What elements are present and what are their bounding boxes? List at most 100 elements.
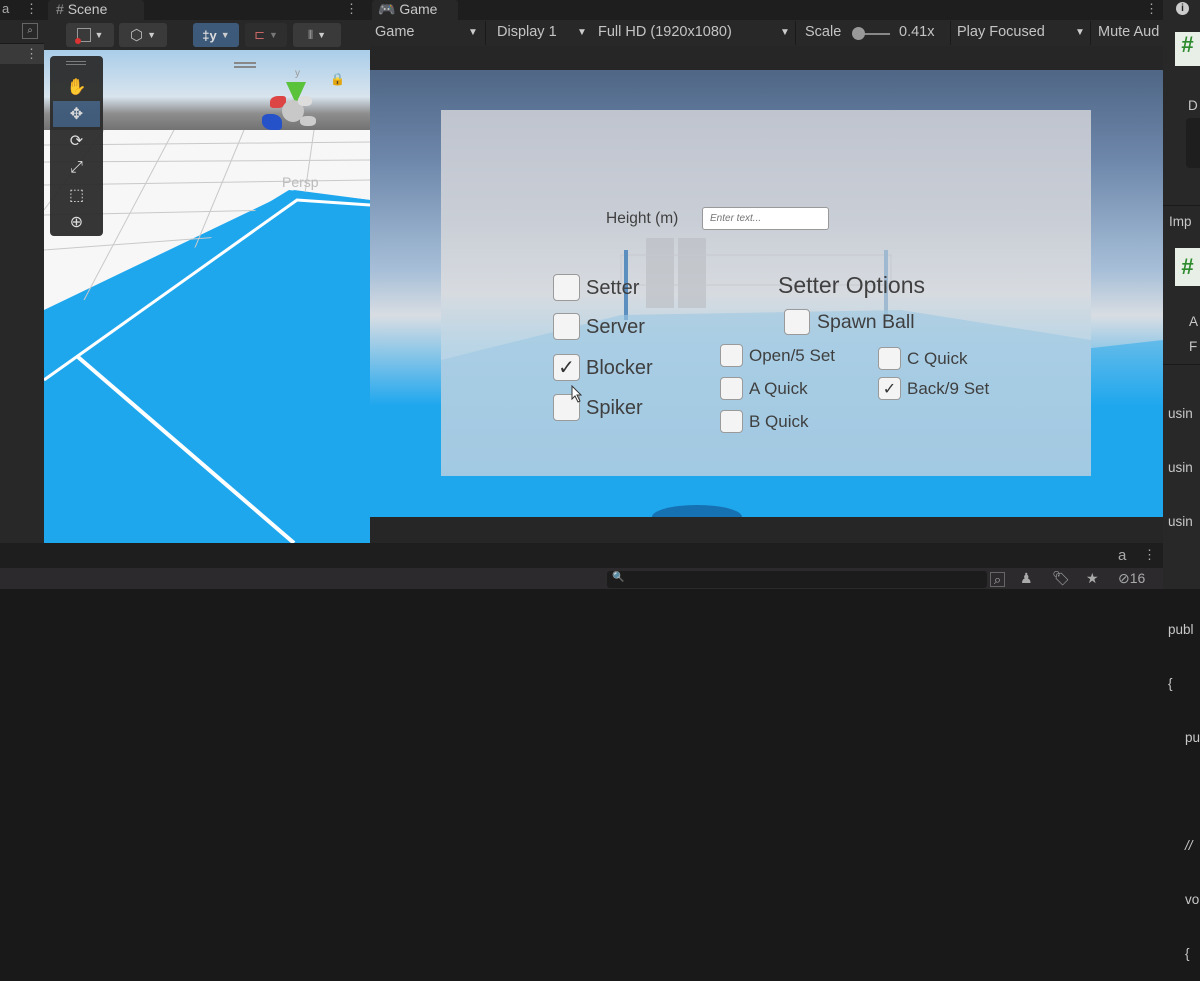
spawn-ball-checkbox[interactable] xyxy=(784,309,810,335)
inspector-text: D xyxy=(1188,98,1198,113)
search-icon: 🔍 xyxy=(612,572,625,583)
view-mode-dropdown[interactable]: Game xyxy=(375,24,415,40)
open-5-set-label: Open/5 Set xyxy=(749,346,836,365)
code-preview: usin usin usin publ { pu // vo { xyxy=(1168,369,1200,981)
snap-magnet-icon: ⊏ xyxy=(254,27,265,42)
pivot-toggle-button[interactable]: ‡y ▼ xyxy=(193,23,239,47)
divider xyxy=(485,21,486,45)
divider xyxy=(950,21,951,45)
tab-game[interactable]: 🎮 Game xyxy=(372,0,458,20)
code-line: pu xyxy=(1185,730,1200,745)
a-quick-checkbox[interactable] xyxy=(720,377,743,400)
scale-tool-button[interactable]: ⤢ xyxy=(53,155,100,181)
code-line: publ xyxy=(1168,622,1194,637)
search-by-type-icon[interactable]: ⌕ xyxy=(990,572,1005,587)
gizmo-neg-z-cone[interactable] xyxy=(300,116,316,126)
search-filter-icon[interactable]: ⌕ xyxy=(22,23,38,39)
hidden-packages-toggle[interactable]: ⊘16 xyxy=(1118,570,1145,587)
chevron-down-icon: ▼ xyxy=(268,30,278,40)
code-line: vo xyxy=(1185,892,1200,907)
inspector-text: Imp xyxy=(1169,214,1192,229)
display-dropdown[interactable]: Display 1 xyxy=(497,24,557,40)
code-line: // xyxy=(1185,838,1193,853)
game-view-letterbox-bottom xyxy=(370,517,1163,543)
spawn-ball-label: Spawn Ball xyxy=(817,311,915,333)
setter-label: Setter xyxy=(586,277,640,299)
height-input[interactable] xyxy=(702,207,829,230)
move-arrows-icon: ✥ xyxy=(69,106,84,123)
project-search-input[interactable]: 🔍 xyxy=(607,571,987,588)
gamepad-icon: 🎮 xyxy=(378,1,396,17)
game-tab-label: Game xyxy=(399,1,438,17)
lock-icon[interactable]: 🔒 xyxy=(330,72,345,86)
move-tool-button[interactable]: ✥ xyxy=(53,101,100,127)
more-menu-icon[interactable]: ⋮ xyxy=(25,2,38,15)
open-5-set-checkbox[interactable] xyxy=(720,344,743,367)
checkmark-icon: ✓ xyxy=(558,357,575,379)
tab-scene[interactable]: # Scene xyxy=(48,0,144,20)
game-tab-bar xyxy=(370,0,1163,20)
hierarchy-search-row: ⌕ xyxy=(0,20,44,44)
spiker-label: Spiker xyxy=(586,397,643,419)
overlay-menu-icon[interactable] xyxy=(234,62,256,68)
gizmo-y-label: y xyxy=(295,68,300,79)
grid-hash-icon: # xyxy=(56,1,64,17)
more-menu-icon[interactable]: ⋮ xyxy=(1143,548,1156,561)
rotate-tool-button[interactable]: ⟳ xyxy=(53,128,100,154)
favorite-star-icon[interactable]: ★ xyxy=(1086,570,1099,587)
inspector-text: F xyxy=(1189,339,1198,354)
info-icon[interactable]: i xyxy=(1176,2,1189,15)
grid-snap-button[interactable]: ⫴ ▼ xyxy=(293,23,341,47)
projection-label[interactable]: Persp xyxy=(282,174,319,190)
more-menu-icon[interactable]: ⋮ xyxy=(1145,2,1158,15)
hierarchy-header: a ⋮ xyxy=(0,0,44,20)
code-line: usin xyxy=(1168,460,1193,475)
shading-mode-icon xyxy=(74,28,91,44)
c-quick-checkbox[interactable] xyxy=(878,347,901,370)
chevron-down-icon: ▼ xyxy=(317,30,326,40)
more-menu-icon[interactable]: ⋮ xyxy=(345,2,358,15)
snap-button[interactable]: ⊏ ▼ xyxy=(245,23,287,47)
play-mode-dropdown[interactable]: Play Focused xyxy=(957,24,1045,40)
chevron-down-icon: ▼ xyxy=(1075,27,1085,38)
transform-tool-button[interactable]: ⊕ xyxy=(53,209,100,235)
lock-icon[interactable]: a xyxy=(1118,548,1126,563)
rect-tool-button[interactable]: ⬚ xyxy=(53,182,100,208)
transform-icon: ⊕ xyxy=(69,214,84,231)
checkmark-icon: ✓ xyxy=(882,380,897,398)
drag-handle[interactable] xyxy=(66,61,86,65)
scale-icon: ⤢ xyxy=(70,159,83,176)
gizmo-neg-x-cone[interactable] xyxy=(298,96,312,106)
hand-tool-button[interactable]: ✋ xyxy=(53,74,100,100)
draw-mode-button[interactable]: ▼ xyxy=(66,23,114,47)
server-checkbox[interactable] xyxy=(553,313,580,340)
hierarchy-scene-row[interactable]: ⋮ xyxy=(0,44,44,64)
divider xyxy=(1163,364,1200,365)
b-quick-label: B Quick xyxy=(749,412,809,431)
tool-palette: ✋ ✥ ⟳ ⤢ ⬚ ⊕ xyxy=(50,56,103,236)
hidden-count: 16 xyxy=(1129,570,1146,586)
code-line: { xyxy=(1168,676,1173,691)
mute-audio-toggle[interactable]: Mute Aud xyxy=(1098,24,1163,40)
b-quick-checkbox[interactable] xyxy=(720,410,743,433)
lock-icon[interactable]: a xyxy=(2,2,9,15)
render-mode-button[interactable]: ⬡ ▼ xyxy=(119,23,167,47)
grid-snap-icon: ⫴ xyxy=(308,27,314,42)
chevron-down-icon: ▼ xyxy=(94,30,104,40)
resolution-dropdown[interactable]: Full HD (1920x1080) xyxy=(598,24,732,40)
filter-by-type-icon[interactable]: ♟ xyxy=(1020,570,1033,587)
more-menu-icon[interactable]: ⋮ xyxy=(25,47,38,60)
chevron-down-icon: ▼ xyxy=(577,27,587,38)
back-9-set-checkbox[interactable]: ✓ xyxy=(878,377,901,400)
orientation-gizmo[interactable]: y xyxy=(262,68,332,150)
scale-slider-thumb[interactable] xyxy=(852,27,865,40)
rect-transform-icon: ⬚ xyxy=(68,187,85,204)
server-label: Server xyxy=(586,316,645,338)
gizmo-z-axis-cone[interactable] xyxy=(262,114,282,130)
filter-by-label-icon[interactable]: 🏷 xyxy=(1052,570,1070,587)
setter-checkbox[interactable] xyxy=(553,274,580,301)
mouse-cursor-icon xyxy=(571,385,583,403)
blocker-checkbox[interactable]: ✓ xyxy=(553,354,580,381)
